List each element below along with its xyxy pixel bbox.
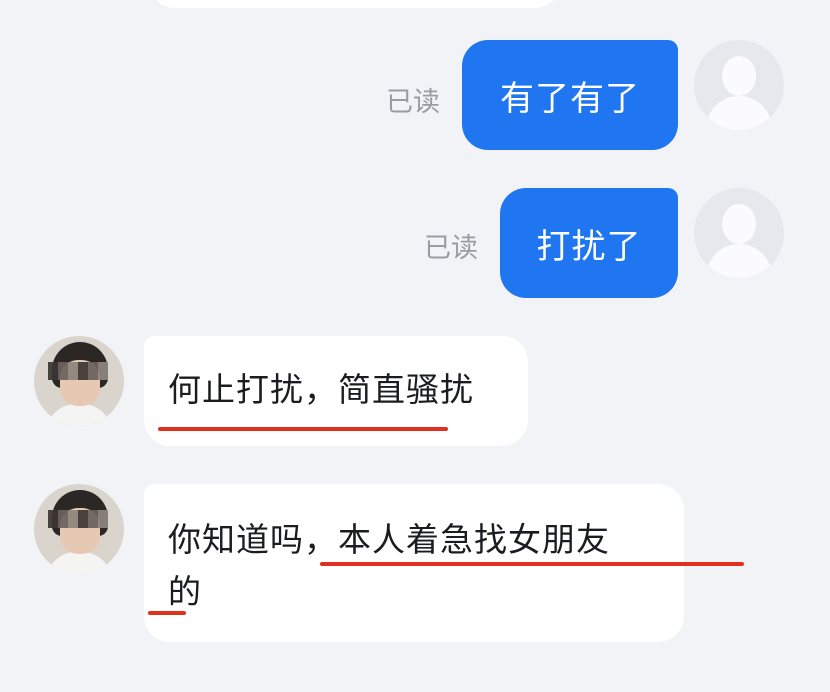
self-avatar-icon[interactable]: [694, 188, 784, 278]
my-message-bubble[interactable]: 有了有了: [462, 40, 678, 150]
read-status: 已读: [424, 233, 478, 264]
self-avatar-icon[interactable]: [694, 40, 784, 130]
contact-avatar[interactable]: [34, 484, 124, 574]
avatar-privacy-mosaic: [48, 362, 108, 380]
red-annotation-underline: [148, 611, 186, 615]
my-message-bubble[interactable]: 打扰了: [500, 188, 678, 298]
avatar-privacy-mosaic: [48, 510, 108, 528]
red-annotation-underline: [320, 562, 744, 566]
message-text: 何止打扰，简直骚扰: [168, 370, 474, 409]
red-annotation-underline: [158, 427, 448, 431]
previous-message-bubble-edge: [150, 0, 560, 8]
read-status: 已读: [386, 87, 440, 118]
avatar-body: [46, 404, 112, 426]
message-text-line-1: 你知道吗，本人着急找女朋友: [168, 520, 610, 559]
message-text: 打扰了: [536, 226, 642, 267]
avatar-shoulders-shape: [706, 244, 772, 278]
message-text: 有了有了: [500, 78, 640, 119]
avatar-head-shape: [722, 56, 756, 96]
contact-avatar[interactable]: [34, 336, 124, 426]
avatar-shoulders-shape: [706, 96, 772, 130]
avatar-head-shape: [722, 204, 756, 244]
avatar-body: [46, 552, 112, 574]
